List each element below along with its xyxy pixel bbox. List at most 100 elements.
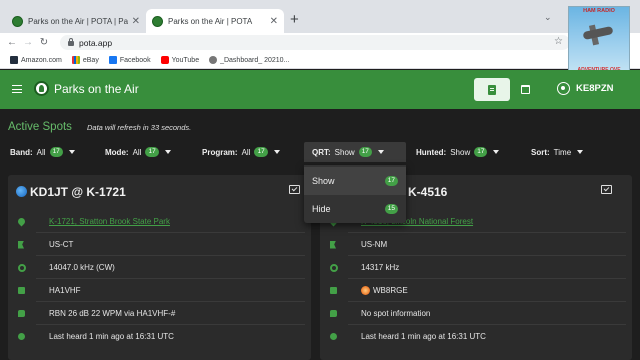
chevron-down-icon[interactable]: ⌄ [544, 12, 552, 23]
location-row: US-NM [320, 233, 632, 256]
tab-title: Parks on the Air | POTA | Parks pa [28, 16, 128, 26]
antenna-icon [330, 263, 338, 272]
close-icon[interactable]: ✕ [132, 16, 140, 27]
hunter-row: HA1VHF [8, 279, 311, 302]
refresh-note: Data will refresh in 33 seconds. [87, 123, 192, 132]
close-icon[interactable]: ✕ [270, 16, 278, 27]
hunted-filter[interactable]: Hunted: Show 17 [416, 144, 500, 160]
frequency-row: 14317 kHz [320, 256, 632, 279]
sort-filter[interactable]: Sort: Time [531, 144, 584, 160]
heard-row: Last heard 1 min ago at 16:31 UTC [8, 325, 311, 348]
pota-favicon-icon [152, 15, 163, 27]
spots-view-button[interactable] [474, 78, 510, 101]
comment-icon [18, 310, 25, 317]
spot-card-title: K-4516 [408, 185, 448, 199]
url-text: pota.app [79, 37, 113, 48]
mode-filter[interactable]: Mode: All 17 [105, 144, 171, 160]
flag-icon [330, 240, 336, 249]
caret-down-icon [164, 150, 171, 154]
respot-icon[interactable] [289, 185, 300, 194]
main-content: Active Spots Data will refresh in 33 sec… [0, 109, 640, 360]
ebay-icon [71, 56, 80, 64]
spot-card-title: KD1JT @ K-1721 [16, 185, 126, 199]
clock-icon [18, 333, 25, 340]
pota-favicon-icon [12, 15, 23, 27]
park-link[interactable]: K-1721, Stratton Brook State Park [49, 217, 170, 226]
comment-icon [330, 310, 337, 317]
location-row: US-CT [8, 233, 311, 256]
count-badge: 17 [358, 147, 372, 157]
youtube-icon [160, 56, 169, 64]
star-icon[interactable]: ☆ [554, 36, 563, 47]
caret-down-icon [377, 150, 384, 154]
address-bar[interactable]: pota.app [60, 35, 570, 50]
caret-down-icon [493, 150, 500, 154]
tab-title: Parks on the Air | POTA [168, 16, 253, 26]
user-menu[interactable]: KE8PZN [557, 82, 613, 95]
filter-bar: Band: All 17 Mode: All 17 Program: All 1… [0, 142, 640, 162]
browser-tab[interactable]: Parks on the Air | POTA | Parks pa ✕ [6, 9, 146, 33]
thumbnail-top-text: HAM RADIO [583, 8, 615, 14]
qrt-filter[interactable]: QRT: Show 17 [304, 142, 406, 162]
menu-icon[interactable] [12, 85, 22, 93]
back-icon[interactable]: ← [4, 37, 20, 48]
new-tab-icon[interactable]: + [290, 12, 299, 27]
channel-thumbnail: HAM RADIO ADVENTURE OVE [568, 6, 630, 78]
bookmark-amazon[interactable]: Amazon.com [10, 56, 62, 64]
page-title: Active Spots [8, 121, 72, 133]
address-bar-row: ← → ↻ pota.app [0, 33, 640, 52]
amazon-icon [10, 56, 18, 64]
count-badge: 15 [384, 204, 398, 214]
qrt-option-show[interactable]: Show 17 [304, 167, 406, 195]
comment-row: RBN 26 dB 22 WPM via HA1VHF-# [8, 302, 311, 325]
browser-tab-active[interactable]: Parks on the Air | POTA ✕ [146, 9, 284, 33]
reload-icon[interactable]: ↻ [36, 37, 52, 48]
hunter-row: WB8RGE [320, 279, 632, 302]
antenna-icon [18, 263, 26, 272]
respot-icon[interactable] [601, 185, 612, 194]
bookmark-facebook[interactable]: Facebook [108, 56, 151, 64]
bookmark-youtube[interactable]: YouTube [160, 56, 199, 64]
schedule-button[interactable] [514, 78, 536, 101]
caret-down-icon [577, 150, 584, 154]
qrt-dropdown-menu: Show 17 Hide 15 [304, 165, 406, 223]
count-badge: 17 [49, 147, 63, 157]
qrt-option-hide[interactable]: Hide 15 [304, 195, 406, 223]
band-filter[interactable]: Band: All 17 [10, 144, 75, 160]
map-pin-icon [16, 216, 27, 227]
program-filter[interactable]: Program: All 17 [202, 144, 280, 160]
heard-row: Last heard 1 min ago at 16:31 UTC [320, 325, 632, 348]
forward-icon[interactable]: → [20, 37, 36, 48]
count-badge: 17 [384, 176, 398, 186]
airplane-icon [582, 25, 614, 41]
comment-row: No spot information [320, 302, 632, 325]
id-card-icon [18, 287, 25, 294]
caret-down-icon [68, 150, 75, 154]
id-card-icon [330, 287, 337, 294]
document-icon [488, 84, 496, 95]
count-badge: 17 [145, 147, 159, 157]
page: Parks on the Air | POTA | Parks pa ✕ Par… [0, 0, 640, 360]
avatar [361, 286, 370, 295]
globe-icon [16, 186, 27, 197]
park-row: K-1721, Stratton Brook State Park [8, 210, 311, 233]
frequency-row: 14047.0 kHz (CW) [8, 256, 311, 279]
calendar-icon [520, 85, 530, 94]
bookmark-ebay[interactable]: eBay [71, 56, 99, 64]
flag-icon [18, 240, 24, 249]
caret-down-icon [273, 150, 280, 154]
user-icon [557, 82, 570, 95]
callsign: KE8PZN [576, 83, 614, 94]
browser-tab-strip: Parks on the Air | POTA | Parks pa ✕ Par… [0, 0, 640, 33]
clock-icon [330, 333, 337, 340]
count-badge: 17 [474, 147, 488, 157]
globe-icon [209, 56, 218, 64]
lock-icon [68, 38, 74, 46]
spot-card: KD1JT @ K-1721 K-1721, Stratton Brook St… [8, 175, 311, 360]
count-badge: 17 [254, 147, 268, 157]
bookmark-dashboard[interactable]: _Dashboard_ 20210... [209, 56, 289, 64]
app-title[interactable]: Parks on the Air [54, 82, 139, 96]
bookmarks-bar: Amazon.com eBay Facebook YouTube _Dashbo… [0, 52, 640, 69]
facebook-icon [108, 56, 117, 64]
pota-logo[interactable] [34, 81, 49, 96]
